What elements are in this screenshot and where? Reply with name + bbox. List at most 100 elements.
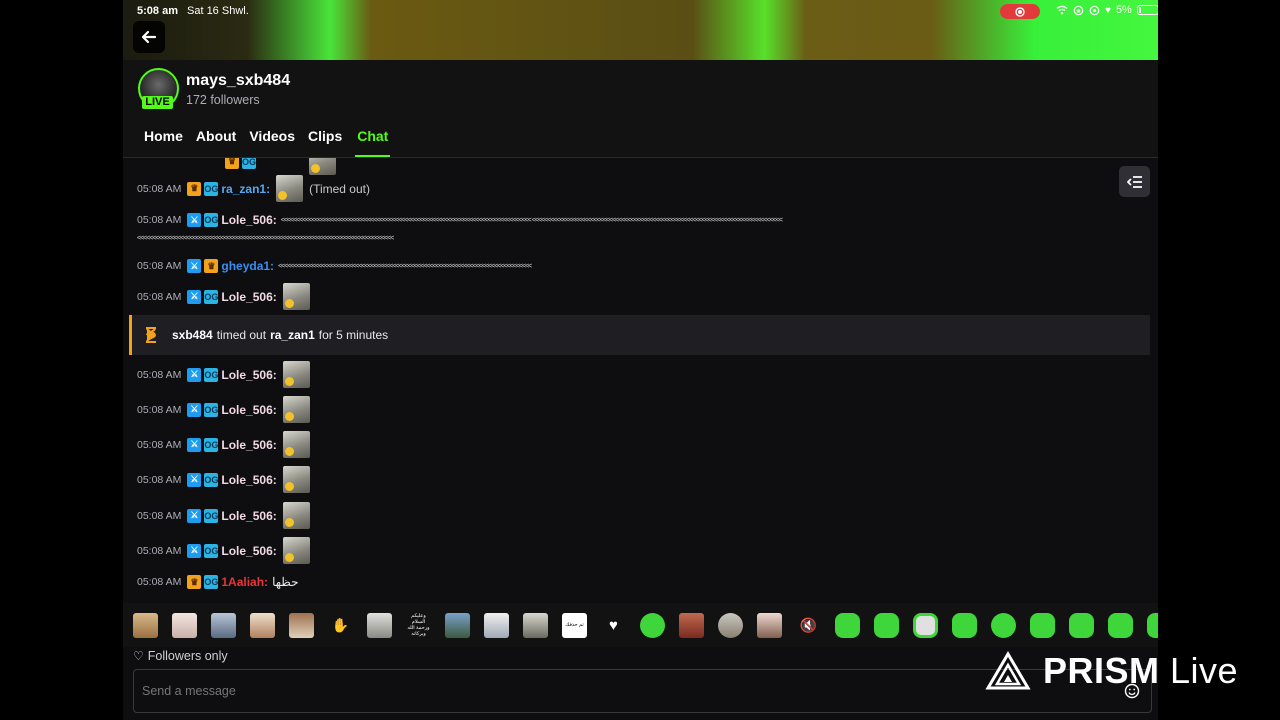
message-username[interactable]: Lole_506: — [221, 368, 276, 382]
green-frog-emote[interactable] — [1069, 612, 1094, 638]
chat-collapse-button[interactable] — [1119, 166, 1150, 197]
hearts-emote-icon[interactable]: ♥ — [601, 613, 626, 638]
text-emote[interactable]: تم حذفك — [562, 612, 587, 638]
chat-message: 05:08 AM ⚔ OG Lole_506: — [137, 431, 310, 458]
green-frog-emote[interactable] — [640, 612, 665, 638]
emote-option[interactable] — [133, 612, 158, 638]
text-emote[interactable]: وعليكم السلام ورحمة الله وبركاته — [406, 613, 431, 638]
message-username[interactable]: Lole_506: — [221, 213, 276, 227]
message-timestamp: 05:08 AM — [137, 182, 182, 195]
followers-only-label: ♡ Followers only — [133, 649, 228, 663]
message-username[interactable]: Lole_506: — [221, 544, 276, 558]
tab-clips[interactable]: Clips — [308, 128, 342, 157]
tab-chat[interactable]: Chat — [355, 128, 391, 157]
emote-option[interactable] — [445, 612, 470, 638]
message-timestamp: 05:08 AM — [137, 403, 182, 416]
moderator-badge-icon: ⚔ — [187, 289, 202, 304]
chat-message: 05:08 AM ♛ OG ra_zan1: (Timed out) — [137, 175, 370, 202]
tab-videos[interactable]: Videos — [249, 128, 295, 157]
message-squiggle-graphic: ˂˂˂˂˂˂˂˂˂˂˂˂˂˂˂˂˂˂˂˂˂˂˂˂˂˂˂˂˂˂˂˂˂˂˂˂˂˂˂˂… — [137, 235, 394, 242]
vip-badge-icon: ♛ — [187, 181, 202, 196]
chat-message-partial: ♛ OG — [137, 158, 336, 175]
green-frog-emote[interactable] — [913, 612, 938, 638]
green-frog-emote[interactable] — [835, 612, 860, 638]
message-username[interactable]: 1Aaliah: — [221, 575, 268, 589]
chat-message: 05:08 AM ⚔ OG Lole_506: — [137, 361, 310, 388]
collapse-menu-icon — [1126, 175, 1142, 188]
green-frog-emote[interactable] — [952, 612, 977, 638]
app-window: 5:08 am Sat 16 Shwl. ♥ 5% LIVE mays_sxb4… — [123, 0, 1158, 720]
status-icons: ♥ 5% — [1056, 4, 1158, 16]
hand-emote-icon[interactable]: ✋ — [328, 613, 353, 638]
message-username[interactable]: Lole_506: — [221, 438, 276, 452]
message-timestamp: 05:08 AM — [137, 290, 182, 303]
tab-about[interactable]: About — [196, 128, 236, 157]
chat-message-wrap: ˂˂˂˂˂˂˂˂˂˂˂˂˂˂˂˂˂˂˂˂˂˂˂˂˂˂˂˂˂˂˂˂˂˂˂˂˂˂˂˂… — [137, 235, 394, 242]
lock-rotation-icon — [1073, 5, 1084, 15]
green-frog-emote[interactable] — [874, 612, 899, 638]
wifi-icon — [1056, 5, 1068, 15]
record-icon — [1015, 6, 1025, 17]
location-icon — [1089, 5, 1100, 15]
moderator-badge-icon: ⚔ — [187, 259, 202, 273]
status-date: Sat 16 Shwl. — [187, 5, 249, 17]
emote-option[interactable] — [523, 612, 548, 638]
hourglass-icon — [146, 327, 157, 343]
message-timestamp: 05:08 AM — [137, 438, 182, 451]
emote-option[interactable] — [484, 612, 509, 638]
moderator-badge-icon: ⚔ — [187, 437, 202, 452]
moderator-badge-icon: ⚔ — [187, 402, 202, 417]
channel-name[interactable]: mays_sxb484 — [186, 72, 290, 90]
emote-image — [282, 431, 310, 458]
message-username[interactable]: Lole_506: — [221, 473, 276, 487]
green-frog-emote[interactable] — [991, 612, 1016, 638]
og-badge-icon: OG — [204, 213, 219, 227]
emote-option[interactable] — [250, 612, 275, 638]
og-badge-icon: OG — [204, 181, 219, 196]
message-timestamp: 05:08 AM — [137, 368, 182, 381]
emote-option[interactable] — [172, 612, 197, 638]
og-badge-icon: OG — [204, 472, 219, 487]
message-username[interactable]: Lole_506: — [221, 509, 276, 523]
emote-option[interactable] — [289, 612, 314, 638]
tab-home[interactable]: Home — [144, 128, 183, 157]
emote-option[interactable] — [757, 612, 782, 638]
chat-feed[interactable]: ♛ OG 05:08 AM ♛ OG ra_zan1: (Timed out) … — [123, 158, 1158, 603]
message-timestamp: 05:08 AM — [137, 214, 182, 226]
live-badge: LIVE — [142, 96, 173, 109]
og-badge-icon: OG — [204, 289, 219, 304]
emote-option[interactable] — [367, 612, 392, 638]
back-button[interactable] — [133, 21, 165, 53]
emote-image — [282, 396, 310, 423]
recording-indicator — [1000, 4, 1040, 19]
notice-actor[interactable]: sxb484 — [172, 328, 213, 342]
mute-emote-icon[interactable]: 🔇 — [796, 613, 821, 638]
message-username[interactable]: gheyda1: — [221, 259, 274, 273]
message-timestamp: 05:08 AM — [137, 576, 182, 588]
back-arrow-icon — [141, 30, 157, 44]
green-frog-emote[interactable] — [1030, 612, 1055, 638]
emote-option[interactable] — [211, 612, 236, 638]
battery-percent: 5% — [1115, 4, 1132, 16]
emote-image — [276, 175, 304, 202]
green-frog-emote[interactable] — [1108, 612, 1133, 638]
message-username[interactable]: ra_zan1: — [221, 182, 270, 196]
og-badge-icon: OG — [204, 508, 219, 523]
emote-bar: ✋ وعليكم السلام ورحمة الله وبركاته تم حذ… — [123, 603, 1158, 647]
chat-message: 05:08 AM ⚔ OG Lole_506: — [137, 283, 310, 310]
moderator-badge-icon: ⚔ — [187, 213, 202, 227]
moderator-badge-icon: ⚔ — [187, 367, 202, 382]
prism-suffix: Live — [1170, 650, 1239, 691]
message-username[interactable]: Lole_506: — [221, 403, 276, 417]
moderation-notice: sxb484 timed out ra_zan1 for 5 minutes — [129, 315, 1150, 355]
cat-emote[interactable] — [718, 612, 743, 638]
message-username[interactable]: Lole_506: — [221, 290, 276, 304]
vip-badge-icon: ♛ — [187, 575, 202, 589]
green-frog-emote[interactable] — [1147, 612, 1158, 638]
chat-message: 05:08 AM ⚔ OG Lole_506: ˂˂˂˂˂˂˂˂˂˂˂˂˂˂˂˂… — [137, 213, 783, 227]
emote-option[interactable] — [679, 612, 704, 638]
timed-out-note: (Timed out) — [309, 181, 370, 196]
emote-image — [309, 158, 336, 175]
heart-status-icon: ♥ — [1105, 4, 1111, 16]
notice-target[interactable]: ra_zan1 — [270, 328, 315, 342]
